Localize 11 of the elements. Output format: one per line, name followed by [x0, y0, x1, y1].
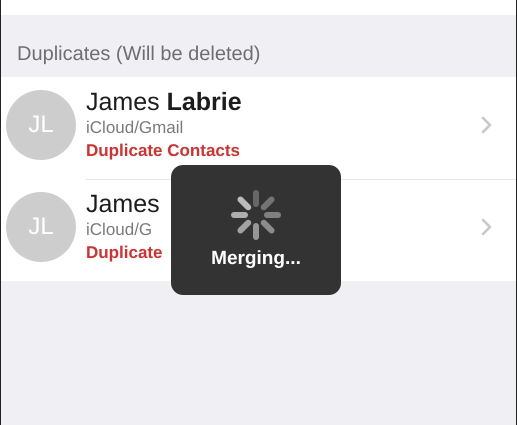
- account-label: iCloud/Gmail: [86, 117, 184, 139]
- contact-name: James: [86, 189, 160, 219]
- section-header: Duplicates (Will be deleted): [17, 43, 260, 66]
- duplicate-label: Duplicate: [86, 242, 163, 264]
- duplicate-label: Duplicate Contacts: [86, 140, 240, 162]
- hud-label: Merging...: [211, 248, 301, 270]
- chevron-icon: [481, 218, 492, 236]
- spinner-icon: [231, 190, 281, 240]
- account-label: iCloud/G: [86, 219, 152, 241]
- contact-name: James Labrie: [86, 87, 242, 117]
- chevron-icon: [481, 116, 492, 134]
